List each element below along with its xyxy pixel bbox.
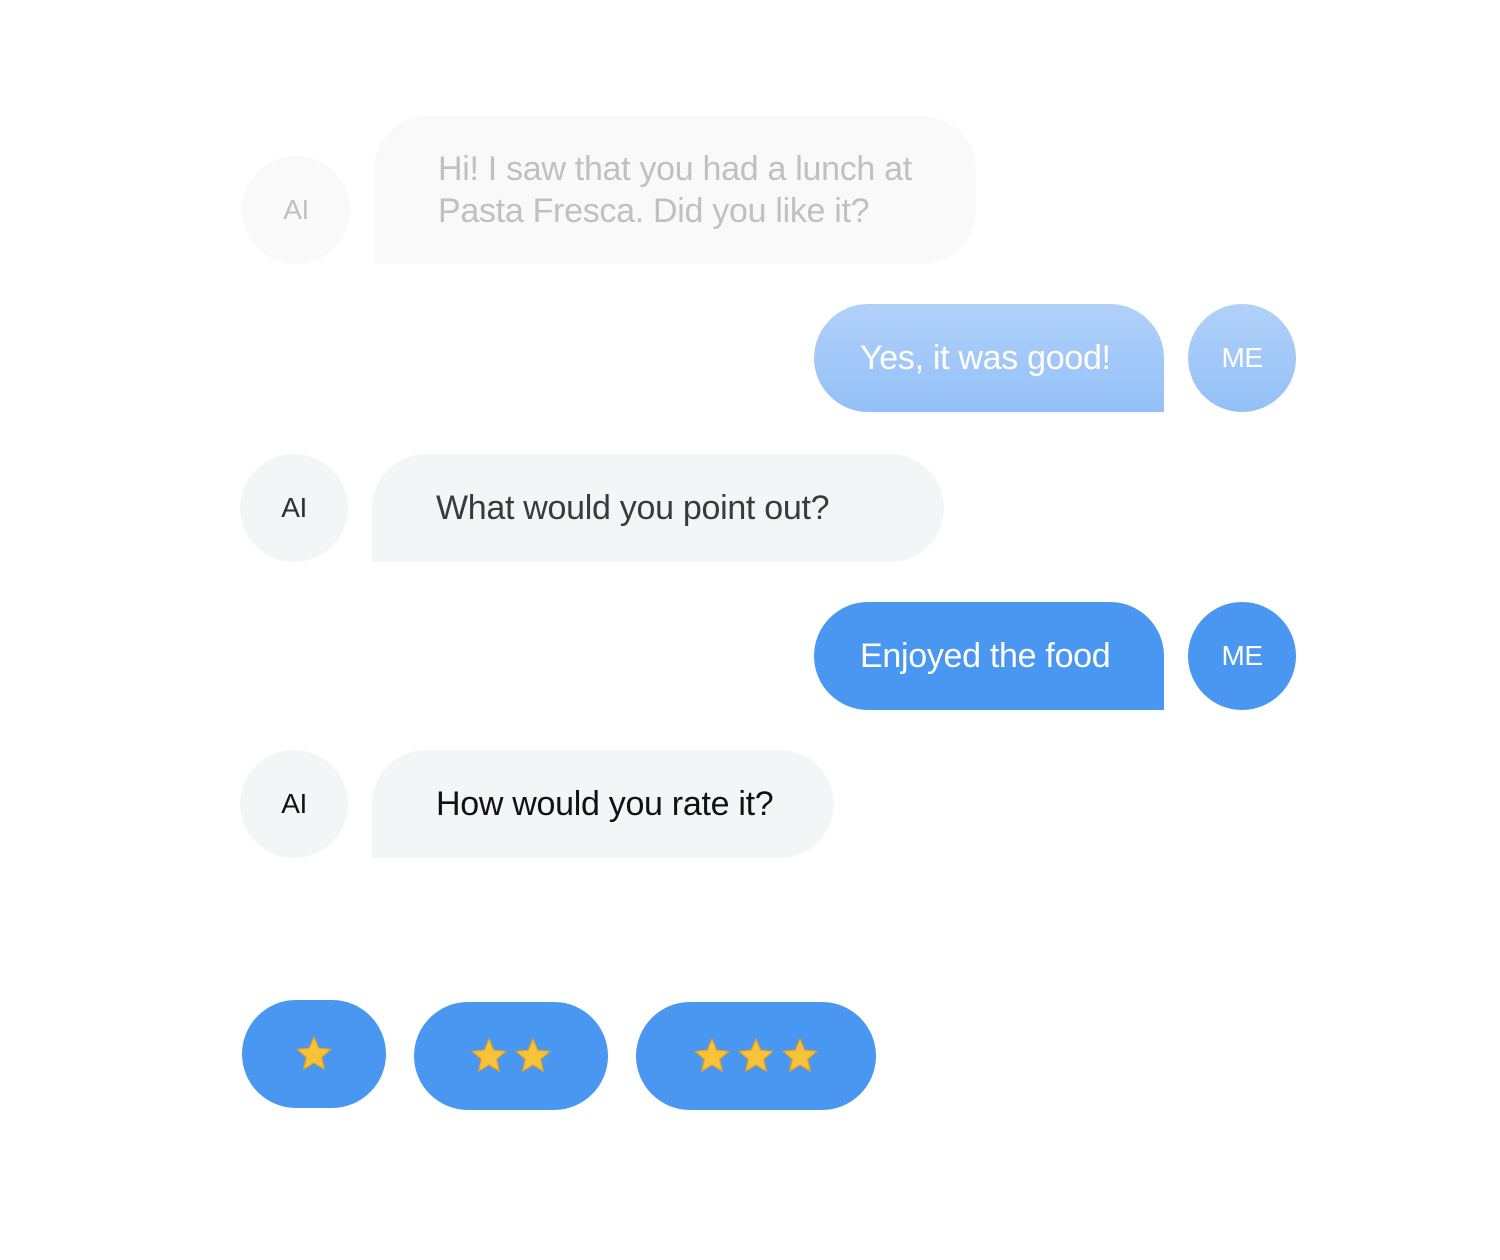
rating-2-star-button[interactable] xyxy=(414,1002,608,1110)
user-avatar: ME xyxy=(1188,602,1296,710)
star-icon xyxy=(694,1038,730,1072)
rating-3-star-button[interactable] xyxy=(636,1002,876,1110)
ai-avatar: AI xyxy=(240,454,348,562)
message-text: How would you rate it? xyxy=(436,785,774,823)
avatar-label: ME xyxy=(1221,342,1264,373)
ai-message-bubble: How would you rate it? xyxy=(372,750,834,858)
ai-message-bubble: What would you point out? xyxy=(372,454,944,562)
message-text: Hi! I saw that you had a lunch at Pasta … xyxy=(438,150,912,230)
star-icon xyxy=(471,1038,507,1072)
rating-1-star-button[interactable] xyxy=(242,1000,386,1108)
message-text: Enjoyed the food xyxy=(860,637,1111,675)
user-avatar: ME xyxy=(1188,304,1296,412)
ai-avatar: AI xyxy=(242,156,350,264)
star-icon xyxy=(782,1038,818,1072)
avatar-label: ME xyxy=(1221,640,1264,671)
star-icon xyxy=(296,1036,332,1070)
user-message-bubble: Yes, it was good! xyxy=(814,304,1164,412)
star-icon xyxy=(738,1038,774,1072)
message-text: Yes, it was good! xyxy=(860,339,1111,377)
ai-message-bubble: Hi! I saw that you had a lunch at Pasta … xyxy=(374,116,976,264)
avatar-label: AI xyxy=(283,194,309,225)
message-text: What would you point out? xyxy=(436,489,830,527)
avatar-label: AI xyxy=(281,492,307,523)
star-icon xyxy=(515,1038,551,1072)
avatar-label: AI xyxy=(281,788,307,819)
ai-avatar: AI xyxy=(240,750,348,858)
user-message-bubble: Enjoyed the food xyxy=(814,602,1164,710)
